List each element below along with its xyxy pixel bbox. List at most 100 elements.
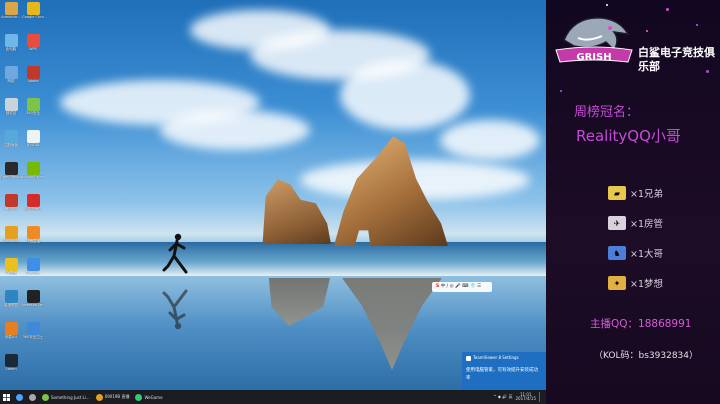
show-desktop-button[interactable] (539, 392, 544, 402)
app-icon (26, 66, 40, 79)
taskbar-app-icon (135, 393, 143, 401)
cloud (340, 60, 470, 130)
desktop-icon[interactable]: 腾讯QQ (0, 194, 22, 211)
taskbar-app-icon (42, 393, 49, 401)
clock[interactable]: 11:01 2017/4/15 (515, 392, 536, 402)
desktop-icon[interactable]: 360安全 (22, 98, 44, 115)
app-icon (4, 98, 18, 111)
desktop-icon[interactable]: YY语音 (0, 258, 22, 275)
taskbar-item[interactable] (13, 390, 26, 404)
desktop-icon[interactable]: Thunder (22, 258, 44, 275)
desktop-icon[interactable]: 网络 (0, 66, 22, 83)
desktop-icon[interactable]: 英雄联盟 (0, 290, 22, 307)
desktop-icon[interactable]: WeGame (0, 226, 22, 243)
desktop-icon[interactable]: 网易UU (0, 322, 22, 339)
cloud (440, 120, 540, 160)
app-icon (26, 98, 40, 111)
app-icon (4, 2, 18, 15)
desktop-icon[interactable]: Google Chrome (22, 2, 44, 19)
desktop-icon-label: 网易云音乐 (24, 207, 42, 211)
desktop-icon[interactable]: 斗鱼直播 (22, 226, 44, 243)
taskbar-app-icon (29, 393, 36, 401)
app-icon (4, 130, 18, 143)
desktop-icon[interactable]: WPS (22, 34, 44, 51)
desktop-icon-label: Administr... (1, 15, 21, 19)
desktop-icon-label: 英雄联盟 (4, 303, 18, 307)
weekly-champion: RealityQQ小哥 (576, 127, 681, 145)
desktop-icon-label: Steam (5, 367, 17, 371)
app-icon (4, 194, 18, 207)
desktop-icon-label: 360安全卫士 (22, 335, 44, 339)
gift-badge-icon: ♞ (608, 246, 626, 260)
app-icon (26, 162, 40, 175)
desktop-icon-label: 360安全 (26, 111, 40, 115)
desktop-icon[interactable]: 控制面板 (0, 130, 22, 147)
gift-tier-row: ♞ ×1大哥 (608, 246, 663, 260)
taskbar-item[interactable]: WeGame (132, 390, 165, 404)
taskbar: Something Just Li... 09019B 直播 WeGame ^ ◆ … (0, 390, 546, 404)
gift-tier-label: ×1房管 (630, 219, 664, 230)
gift-badge-icon: ▰ (608, 186, 626, 200)
desktop-icon-label: NeteaseGame (22, 303, 44, 307)
notification-app: TeamViewer 8 Settings (473, 355, 519, 360)
app-icon (26, 322, 40, 335)
app-icon (26, 2, 40, 15)
desktop-icon[interactable]: NVIDIA (22, 130, 44, 147)
desktop-icon[interactable]: 网易云音乐 (22, 194, 44, 211)
app-icon (4, 290, 18, 303)
desktop-icon[interactable]: Open Broadcast... (0, 162, 22, 179)
taskbar-app-icon (16, 393, 23, 401)
desktop-icon[interactable]: Nvidia Experience (22, 162, 44, 179)
desktop-icon[interactable]: 回收站 (0, 98, 22, 115)
gift-badge-icon: ✦ (608, 276, 626, 290)
app-icon (26, 34, 40, 47)
taskbar-item-label: Something Just Li... (51, 394, 90, 400)
desktop-icon[interactable]: 此电脑 (0, 34, 22, 51)
taskbar-item-label: WeGame (144, 394, 163, 400)
desktop-icon-label: 此电脑 (5, 47, 17, 51)
sparkle-dot (646, 30, 648, 32)
desktop-icon-label: 网易UU (4, 335, 18, 339)
runner-silhouette (162, 233, 188, 274)
taskbar-item[interactable]: Something Just Li... (39, 390, 93, 404)
club-name: 白鲨电子竞技俱乐部 (638, 46, 715, 73)
start-button[interactable] (0, 390, 13, 404)
gift-tier-row: ✦ ×1梦想 (608, 276, 663, 290)
gift-tier-row: ▰ ×1兄弟 (608, 186, 663, 200)
notification-message: 使用电脑管家，可有效提升安装成功率 (466, 368, 538, 381)
notification-toast[interactable]: TeamViewer 8 Settings 使用电脑管家，可有效提升安装成功率 (462, 352, 546, 390)
logo-text: GRISH (576, 52, 611, 63)
windows-icon (3, 393, 10, 401)
stream-info-panel: GRISH 白鲨电子竞技俱乐部 周榜冠名： RealityQQ小哥 ▰ ×1兄弟 ✈… (546, 0, 720, 404)
desktop-icon-label: YY语音 (5, 271, 17, 275)
desktop-icon-label: 回收站 (5, 111, 17, 115)
host-qq: 主播QQ：18868991 (590, 318, 692, 330)
app-icon (4, 258, 18, 271)
app-icon (4, 226, 18, 239)
desktop-icon-label: Nvidia Experience (22, 175, 44, 179)
desktop-icon[interactable]: 360安全卫士 (22, 322, 44, 339)
sparkle-dot (696, 24, 698, 26)
gift-tier-label: ×1梦想 (630, 279, 664, 290)
app-icon (26, 194, 40, 207)
app-icon (4, 66, 18, 79)
sparkle-dot (560, 90, 562, 92)
desktop-icon-label: Google Chrome (22, 15, 44, 19)
weekly-ranking-title: 周榜冠名： (574, 105, 640, 120)
sparkle-dot (666, 8, 669, 11)
app-icon (26, 290, 40, 303)
tray-icons[interactable]: ^ ◆ 🔊 英 (493, 394, 512, 400)
desktop-icon-label: 斗鱼直播 (26, 239, 40, 243)
app-icon (4, 354, 18, 367)
desktop-icon[interactable]: Steam (0, 354, 22, 371)
desktop-icon[interactable]: NeteaseGame (22, 290, 44, 307)
desktop-icon[interactable]: Adobe (22, 66, 44, 83)
desktop-icon[interactable]: Administr... (0, 2, 22, 19)
clock-date: 2017/4/15 (515, 396, 536, 401)
desktop-icon-label: 腾讯QQ (4, 207, 18, 211)
taskbar-item[interactable] (26, 390, 39, 404)
sogou-input-toolbar[interactable]: S 中丿◎ 🎤 ⌨ 👕 ☰ (432, 282, 492, 292)
sea (0, 242, 546, 276)
sogou-toolbar-icons: 中丿◎ 🎤 ⌨ 👕 ☰ (440, 284, 482, 289)
taskbar-item[interactable]: 09019B 直播 (93, 390, 133, 404)
